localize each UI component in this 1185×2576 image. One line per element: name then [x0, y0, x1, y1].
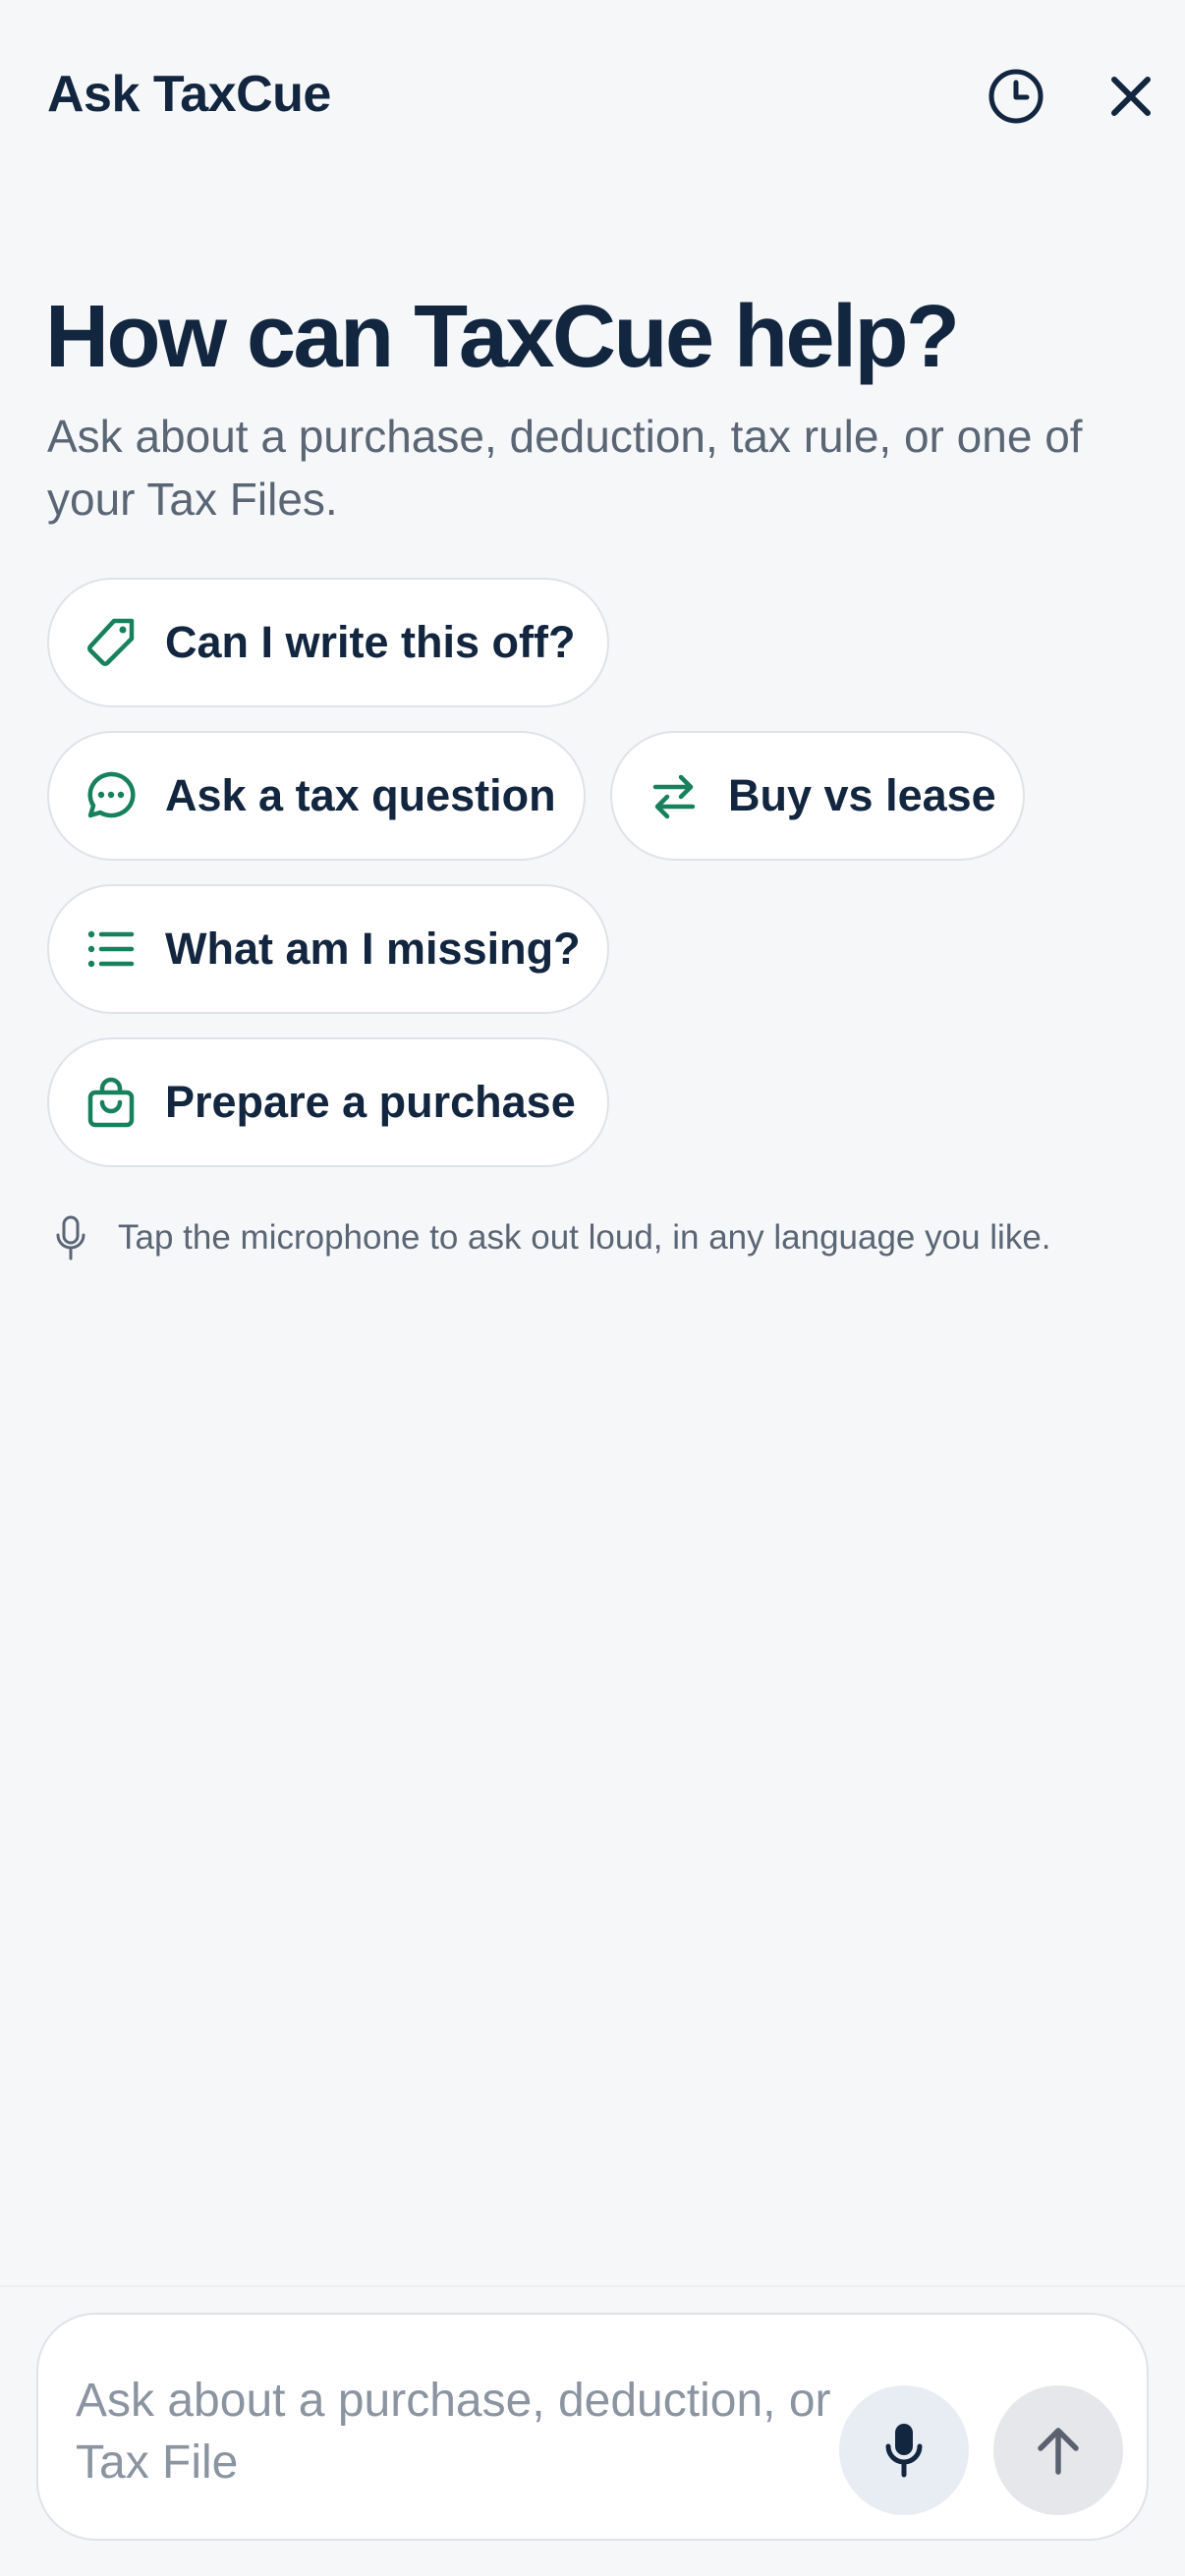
hero-subtitle: Ask about a purchase, deduction, tax rul…: [47, 411, 1083, 525]
shopping-bag-icon: [85, 1076, 138, 1129]
suggestion-chip-label: What am I missing?: [165, 924, 581, 974]
close-button[interactable]: [1096, 61, 1166, 132]
clock-icon: [988, 69, 1044, 124]
voice-hint-text: Tap the microphone to ask out loud, in a…: [118, 1218, 1051, 1257]
hero-title: How can TaxCue help?: [45, 288, 960, 386]
suggestion-chip-write-off[interactable]: Can I write this off?: [47, 578, 609, 707]
suggestion-chip-prepare-purchase[interactable]: Prepare a purchase: [47, 1037, 609, 1167]
composer: [36, 2313, 1149, 2541]
chat-bubble-icon: [85, 769, 138, 822]
tag-icon: [85, 616, 138, 669]
suggestion-chip-label: Ask a tax question: [165, 770, 556, 820]
microphone-icon: [51, 1214, 90, 1261]
history-button[interactable]: [981, 61, 1051, 132]
swap-arrows-icon: [648, 769, 701, 822]
header: Ask TaxCue: [0, 0, 1185, 196]
close-icon: [1111, 77, 1151, 116]
arrow-up-icon: [1038, 2428, 1079, 2475]
suggestion-chip-tax-question[interactable]: Ask a tax question: [47, 731, 586, 861]
suggestion-chip-what-am-i-missing[interactable]: What am I missing?: [47, 884, 609, 1014]
suggestion-chip-label: Buy vs lease: [728, 770, 996, 820]
composer-divider: [0, 2285, 1185, 2287]
app-title: Ask TaxCue: [47, 66, 331, 123]
ask-taxcue-screen: Ask TaxCue How can TaxCue help? Ask abou…: [0, 0, 1185, 2576]
suggestion-chip-buy-vs-lease[interactable]: Buy vs lease: [610, 731, 1025, 861]
voice-hint: Tap the microphone to ask out loud, in a…: [51, 1214, 1051, 1261]
list-icon: [85, 923, 138, 976]
send-button[interactable]: [993, 2385, 1123, 2515]
message-input[interactable]: [76, 2370, 852, 2497]
microphone-button[interactable]: [839, 2385, 969, 2515]
suggestion-chip-label: Can I write this off?: [165, 617, 576, 667]
suggestion-chip-label: Prepare a purchase: [165, 1077, 576, 1127]
microphone-icon: [885, 2424, 923, 2478]
